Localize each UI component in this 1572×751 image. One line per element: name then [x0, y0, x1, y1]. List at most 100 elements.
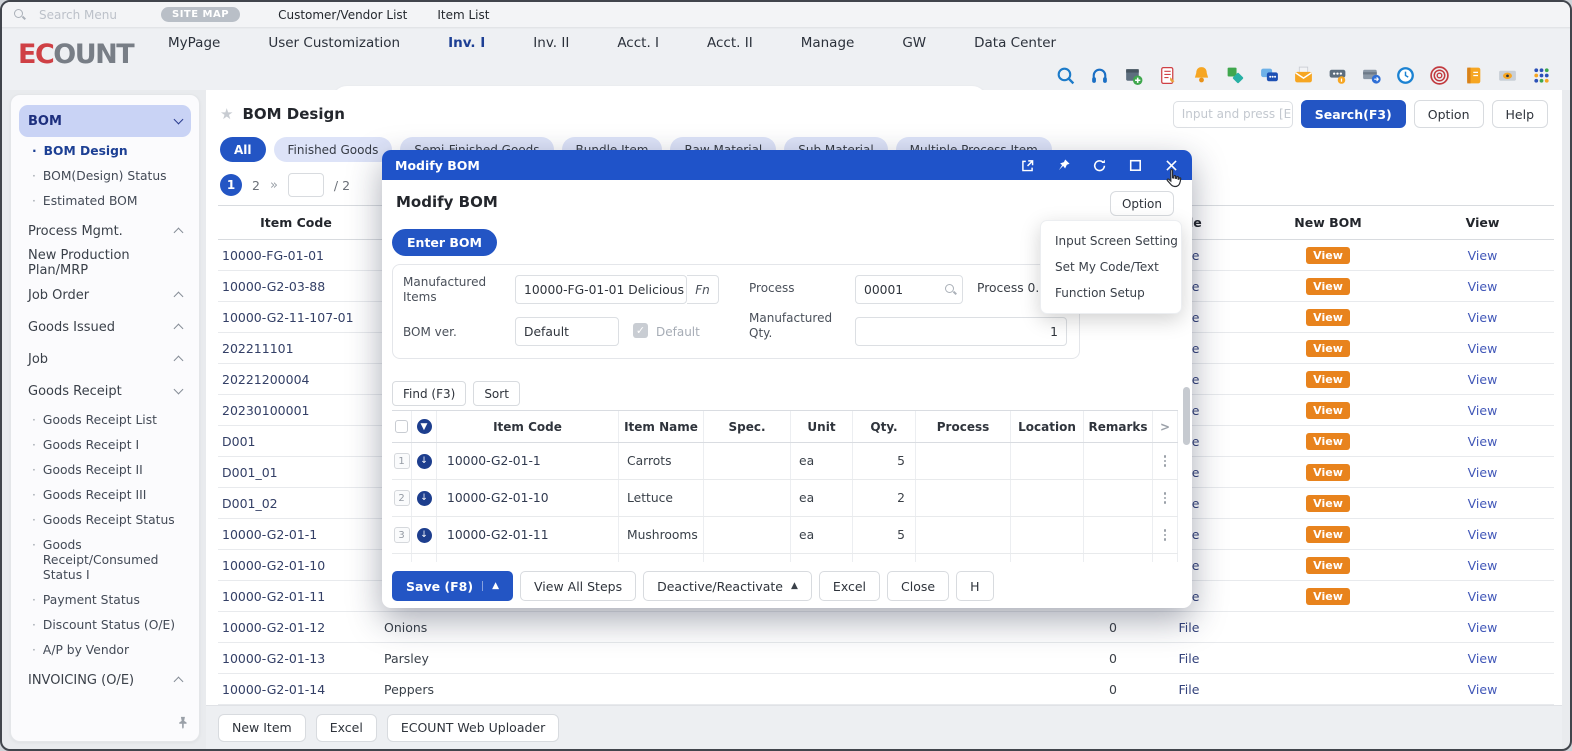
default-checkbox[interactable]: ✓ — [633, 323, 648, 338]
new-bom-view-badge[interactable]: View — [1306, 526, 1350, 543]
search-button[interactable]: Search(F3) — [1301, 100, 1406, 128]
site-map-badge[interactable]: SITE MAP — [161, 7, 240, 22]
modal-pin-icon[interactable] — [1056, 158, 1071, 173]
sidebar-section-bom[interactable]: BOM — [19, 105, 191, 137]
item-code-link[interactable]: D001 — [218, 434, 374, 449]
component-qty-cell[interactable]: 5 — [853, 517, 916, 553]
headset-icon[interactable] — [1089, 65, 1110, 86]
utility-link-item-list[interactable]: Item List — [437, 8, 489, 22]
view-link[interactable]: View — [1407, 682, 1558, 697]
component-unit-cell[interactable]: ea — [791, 517, 853, 553]
bell-icon[interactable] — [1191, 65, 1212, 86]
view-link[interactable]: View — [1407, 558, 1558, 573]
sidebar-item-goods-receipt-i[interactable]: ·Goods Receipt I — [19, 433, 191, 458]
help-button[interactable]: Help — [1492, 100, 1549, 128]
sidebar-section-process-mgmt[interactable]: Process Mgmt. — [19, 216, 191, 246]
sidebar-section-new-production-plan-mrp[interactable]: New Production Plan/MRP — [19, 248, 191, 278]
row-menu-dots-icon[interactable] — [1164, 492, 1167, 504]
nav-user-customization[interactable]: User Customization — [244, 35, 424, 51]
excel-button[interactable]: Excel — [316, 714, 377, 742]
item-code-link[interactable]: 10000-FG-01-01 — [218, 248, 374, 263]
view-link[interactable]: View — [1407, 279, 1558, 294]
new-bom-view-badge[interactable]: View — [1306, 588, 1350, 605]
search-icon[interactable] — [1055, 65, 1076, 86]
item-code-link[interactable]: D001_01 — [218, 465, 374, 480]
view-link[interactable]: View — [1407, 310, 1558, 325]
sidebar-section-invoicing-o-e[interactable]: INVOICING (O/E) — [19, 665, 191, 695]
close-button[interactable]: Close — [887, 571, 949, 601]
component-remarks-cell[interactable] — [1084, 443, 1153, 479]
component-unit-cell[interactable]: ea — [791, 443, 853, 479]
component-name-cell[interactable]: Carrots — [619, 443, 704, 479]
manufactured-qty-input[interactable]: 1 — [855, 317, 1067, 346]
component-process-cell[interactable] — [916, 480, 1011, 516]
new-bom-view-badge[interactable]: View — [1306, 340, 1350, 357]
new-bom-view-badge[interactable]: View — [1306, 309, 1350, 326]
row-expand-icon[interactable]: ↓ — [417, 491, 432, 506]
component-location-cell[interactable] — [1011, 517, 1084, 553]
new-bom-view-badge[interactable]: View — [1306, 495, 1350, 512]
mail-icon[interactable] — [1293, 65, 1314, 86]
page-2-button[interactable]: 2 — [252, 178, 260, 193]
component-location-cell[interactable] — [1011, 443, 1084, 479]
find-button[interactable]: Find (F3) — [392, 381, 466, 406]
nav-acct-ii[interactable]: Acct. II — [683, 35, 777, 51]
new-bom-view-badge[interactable]: View — [1306, 278, 1350, 295]
item-code-link[interactable]: 10000-G2-01-10 — [218, 558, 374, 573]
process-search-icon[interactable] — [945, 284, 956, 295]
chat-icon[interactable] — [1259, 65, 1280, 86]
component-process-cell[interactable] — [916, 517, 1011, 553]
component-spec-cell[interactable] — [704, 480, 791, 516]
sidebar-section-job-order[interactable]: Job Order — [19, 280, 191, 310]
utility-link-customer-vendor-list[interactable]: Customer/Vendor List — [278, 8, 407, 22]
next-page-icon[interactable]: » — [270, 178, 278, 193]
h-button[interactable]: H — [956, 571, 993, 601]
item-code-link[interactable]: 10000-G2-01-1 — [218, 527, 374, 542]
modal-titlebar[interactable]: Modify BOM — [382, 150, 1192, 180]
option-button[interactable]: Option — [1414, 100, 1484, 128]
file-link[interactable]: File — [1129, 620, 1249, 635]
menu-item-input-screen-setting[interactable]: Input Screen Setting — [1041, 228, 1181, 254]
component-code-cell[interactable]: 10000-G2-01-11 — [437, 517, 619, 553]
component-name-cell[interactable]: Mushrooms — [619, 517, 704, 553]
component-process-cell[interactable] — [916, 443, 1011, 479]
auth-key-icon[interactable] — [1327, 65, 1348, 86]
page-1-button[interactable]: 1 — [220, 174, 242, 196]
tab-all[interactable]: All — [220, 137, 266, 162]
item-code-link[interactable]: 10000-G2-11-107-01 — [218, 310, 374, 325]
sidebar-item-estimated-bom[interactable]: ·Estimated BOM — [19, 189, 191, 214]
cash-view-icon[interactable] — [1497, 65, 1518, 86]
sidebar-item-payment-status[interactable]: ·Payment Status — [19, 588, 191, 613]
item-code-link[interactable]: 10000-G2-01-11 — [218, 589, 374, 604]
page-search-input[interactable]: Input and press [Ent — [1173, 101, 1293, 128]
item-code-link[interactable]: 10000-G2-01-12 — [218, 620, 374, 635]
sidebar-item-goods-receipt-iii[interactable]: ·Goods Receipt III — [19, 483, 191, 508]
sidebar-item-a-p-by-vendor[interactable]: ·A/P by Vendor — [19, 638, 191, 663]
memo-icon[interactable] — [1157, 65, 1178, 86]
view-link[interactable]: View — [1407, 589, 1558, 604]
ecount-web-uploader-button[interactable]: ECOUNT Web Uploader — [387, 714, 559, 742]
item-code-link[interactable]: 10000-G2-01-14 — [218, 682, 374, 697]
modal-scrollbar[interactable] — [1183, 387, 1190, 445]
view-link[interactable]: View — [1407, 434, 1558, 449]
sidebar-item-bom-design[interactable]: ·BOM Design — [19, 139, 191, 164]
item-code-link[interactable]: D001_02 — [218, 496, 374, 511]
new-item-button[interactable]: New Item — [218, 714, 306, 742]
tab-finished-goods[interactable]: Finished Goods — [274, 137, 393, 162]
manufactured-items-input[interactable]: 10000-FG-01-01 Delicious Sala — [515, 275, 687, 304]
component-qty-cell[interactable]: 2 — [853, 480, 916, 516]
component-spec-cell[interactable] — [704, 443, 791, 479]
deactive-reactivate-button[interactable]: Deactive/Reactivate▲ — [643, 571, 812, 601]
modal-refresh-icon[interactable] — [1092, 158, 1107, 173]
row-menu-dots-icon[interactable] — [1164, 529, 1167, 541]
app-grid-icon[interactable] — [1531, 65, 1552, 86]
page-jump-input[interactable] — [288, 173, 324, 197]
address-book-icon[interactable] — [1463, 65, 1484, 86]
view-link[interactable]: View — [1407, 527, 1558, 542]
view-link[interactable]: View — [1407, 372, 1558, 387]
ecount-brand-icon[interactable] — [1429, 65, 1450, 86]
save-f8-button[interactable]: Save (F8)▲ — [392, 571, 513, 601]
new-bom-view-badge[interactable]: View — [1306, 371, 1350, 388]
component-name-cell[interactable]: Lettuce — [619, 480, 704, 516]
calendar-add-icon[interactable] — [1123, 65, 1144, 86]
